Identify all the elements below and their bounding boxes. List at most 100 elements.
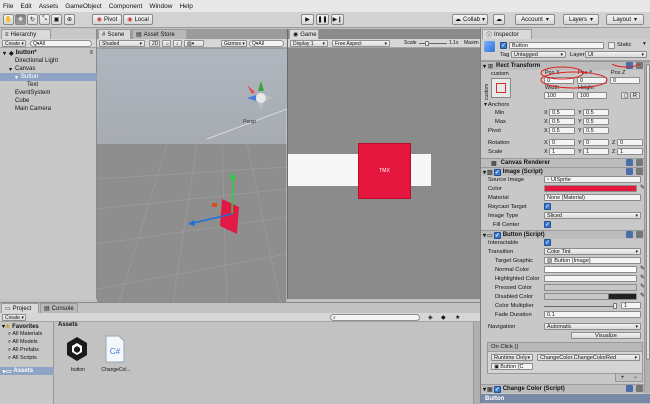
tab-game[interactable]: ◉ Game [289,29,319,39]
button-enabled-checkbox[interactable]: ✓ [493,231,501,239]
hierarchy-item[interactable]: EventSystem [0,89,97,97]
runtime-dropdown[interactable]: Runtime Only [491,354,533,361]
gear-icon[interactable] [636,385,643,392]
asset-file-item[interactable]: button [60,333,96,378]
rect-tool-button[interactable]: ▣ [51,14,62,25]
hierarchy-item[interactable]: Directional Light [0,57,97,65]
favorite-item[interactable]: ⌕ All Models [8,339,38,346]
hand-tool-button[interactable]: ✋ [3,14,14,25]
rotation-y-field[interactable]: 0 [583,139,609,146]
color-multiplier-handle[interactable] [613,303,617,309]
inspector-scrollbar-thumb[interactable] [646,64,650,360]
target-graphic-field[interactable]: ▧ Button (Image) [544,257,641,264]
game-view[interactable]: ◉ Game Display 1 ▾ Free Aspect ▾ Scale 1.1x… [287,29,481,299]
raw-edit-button[interactable]: R [630,92,640,99]
anchors-row[interactable]: ▾ Anchors [481,101,650,109]
menu-edit[interactable]: Edit [20,3,31,10]
event-target-field[interactable]: ▣ Button (C [491,363,533,370]
pos-z-field[interactable]: 0 [610,77,640,84]
filter-label-icon[interactable]: ◆ [441,314,446,321]
favorite-star-icon[interactable]: ★ [455,314,460,321]
menu-assets[interactable]: Assets [39,3,59,10]
scene-viewport[interactable] [97,49,287,309]
anchor-min-x-field[interactable]: 0.5 [549,109,575,116]
pos-x-field[interactable]: 0 [544,77,574,84]
navigation-dropdown[interactable]: Automatic [544,323,641,330]
scale-x-field[interactable]: 1 [549,148,575,155]
fade-duration-field[interactable]: 0.1 [544,311,641,318]
step-button[interactable]: ▶❙ [331,14,344,25]
lighting-toggle[interactable]: ☼ [162,40,171,47]
chevron-down-icon[interactable]: ▾ [643,41,646,47]
move-gizmo-x-handle[interactable] [212,203,217,207]
create-button[interactable]: Create ▾ [2,40,26,47]
hierarchy-item[interactable]: Cube [0,97,97,105]
gear-icon[interactable] [636,231,643,238]
anchor-preset-button[interactable] [491,78,511,98]
pivot-y-field[interactable]: 0.5 [583,127,609,134]
pause-button[interactable]: ❚❚ [316,14,329,25]
help-icon[interactable] [626,385,633,392]
project-scrollbar[interactable] [473,322,480,404]
anchor-max-y-field[interactable]: 0.5 [583,118,609,125]
gizmos-dropdown[interactable]: Gizmos ▾ [221,40,247,47]
remove-event-button[interactable]: − [634,375,638,381]
aspect-dropdown[interactable]: Free Aspect ▾ [332,40,390,47]
tab-asset-store[interactable]: ▤ Asset Store [132,29,187,39]
canvas-renderer-header[interactable]: ▦ Canvas Renderer [481,158,650,167]
tab-console[interactable]: ▤ Console [40,303,78,313]
color-multiplier-slider[interactable] [544,306,617,307]
hierarchy-item[interactable]: Main Camera [0,105,97,113]
tab-hierarchy[interactable]: ≡ Hierarchy [1,29,51,39]
transition-dropdown[interactable]: Color Tint [544,248,641,255]
display-dropdown[interactable]: Display 1 ▾ [290,40,328,47]
local-toggle[interactable]: ◉ Local [123,14,153,25]
menu-file[interactable]: File [3,3,13,10]
hierarchy-item[interactable]: Text [0,81,97,89]
project-search-input[interactable]: ⌕ [330,314,420,321]
raycast-target-checkbox[interactable]: ✓ [544,203,551,210]
source-image-field[interactable]: ▫ UISprite [544,176,641,183]
help-icon[interactable] [626,62,633,69]
account-dropdown[interactable]: Account ▾ [515,14,555,25]
fill-center-checkbox[interactable]: ✓ [544,221,551,228]
project-create-button[interactable]: Create ▾ [2,314,26,321]
help-icon[interactable] [626,231,633,238]
hierarchy-item[interactable]: ▾ Canvas [0,65,97,73]
pressed-color-swatch[interactable] [544,284,637,291]
rect-transform-header[interactable]: ▾ ⊞ Rect Transform [481,61,650,70]
toggle-2d-button[interactable]: 2D [149,40,160,47]
layout-dropdown[interactable]: Layout ▾ [606,14,644,25]
collab-dropdown[interactable]: ☁ Collab ▾ [452,14,488,25]
inspector-scrollbar[interactable] [644,62,650,393]
static-checkbox[interactable] [608,42,615,49]
rotate-tool-button[interactable]: ↻ [27,14,38,25]
function-dropdown[interactable]: ChangeColor.ChangeColorRed [537,354,640,361]
visualize-button[interactable]: Visualize [571,332,641,339]
favorite-item[interactable]: ⌕ All Materials [8,331,42,338]
move-tool-button[interactable]: ✥ [15,14,26,25]
layers-dropdown[interactable]: Layers ▾ [563,14,599,25]
scene-view[interactable]: # Scene ▤ Asset Store Shaded ▾ 2D ☼ ♪ ▨▾ Gi… [97,29,287,309]
play-button[interactable]: ▶ [301,14,314,25]
game-button[interactable]: TMX [358,143,411,199]
rotation-z-field[interactable]: 0 [617,139,643,146]
scale-slider-handle[interactable] [425,41,429,46]
tab-inspector[interactable]: ⓘ Inspector [482,29,532,39]
pivot-toggle[interactable]: ◉ Pivot [92,14,122,25]
scale-y-field[interactable]: 1 [583,148,609,155]
image-enabled-checkbox[interactable]: ✓ [493,168,501,176]
menu-gameobject[interactable]: GameObject [65,3,102,10]
audio-toggle[interactable]: ♪ [173,40,182,47]
tab-project[interactable]: ▭ Project [1,303,39,313]
anchor-min-y-field[interactable]: 0.5 [583,109,609,116]
services-cloud-button[interactable]: ☁ [493,14,505,25]
change-color-header[interactable]: ▾ ▣ ✓ Change Color (Script) [481,384,650,393]
menu-window[interactable]: Window [149,3,172,10]
menu-component[interactable]: Component [109,3,143,10]
pos-y-field[interactable]: 0 [577,77,607,84]
layer-dropdown[interactable]: UI [585,51,647,58]
asset-file-item[interactable]: C# ChangeCol... [98,333,134,378]
anchor-max-x-field[interactable]: 0.5 [549,118,575,125]
shading-dropdown[interactable]: Shaded ▾ [99,40,145,47]
